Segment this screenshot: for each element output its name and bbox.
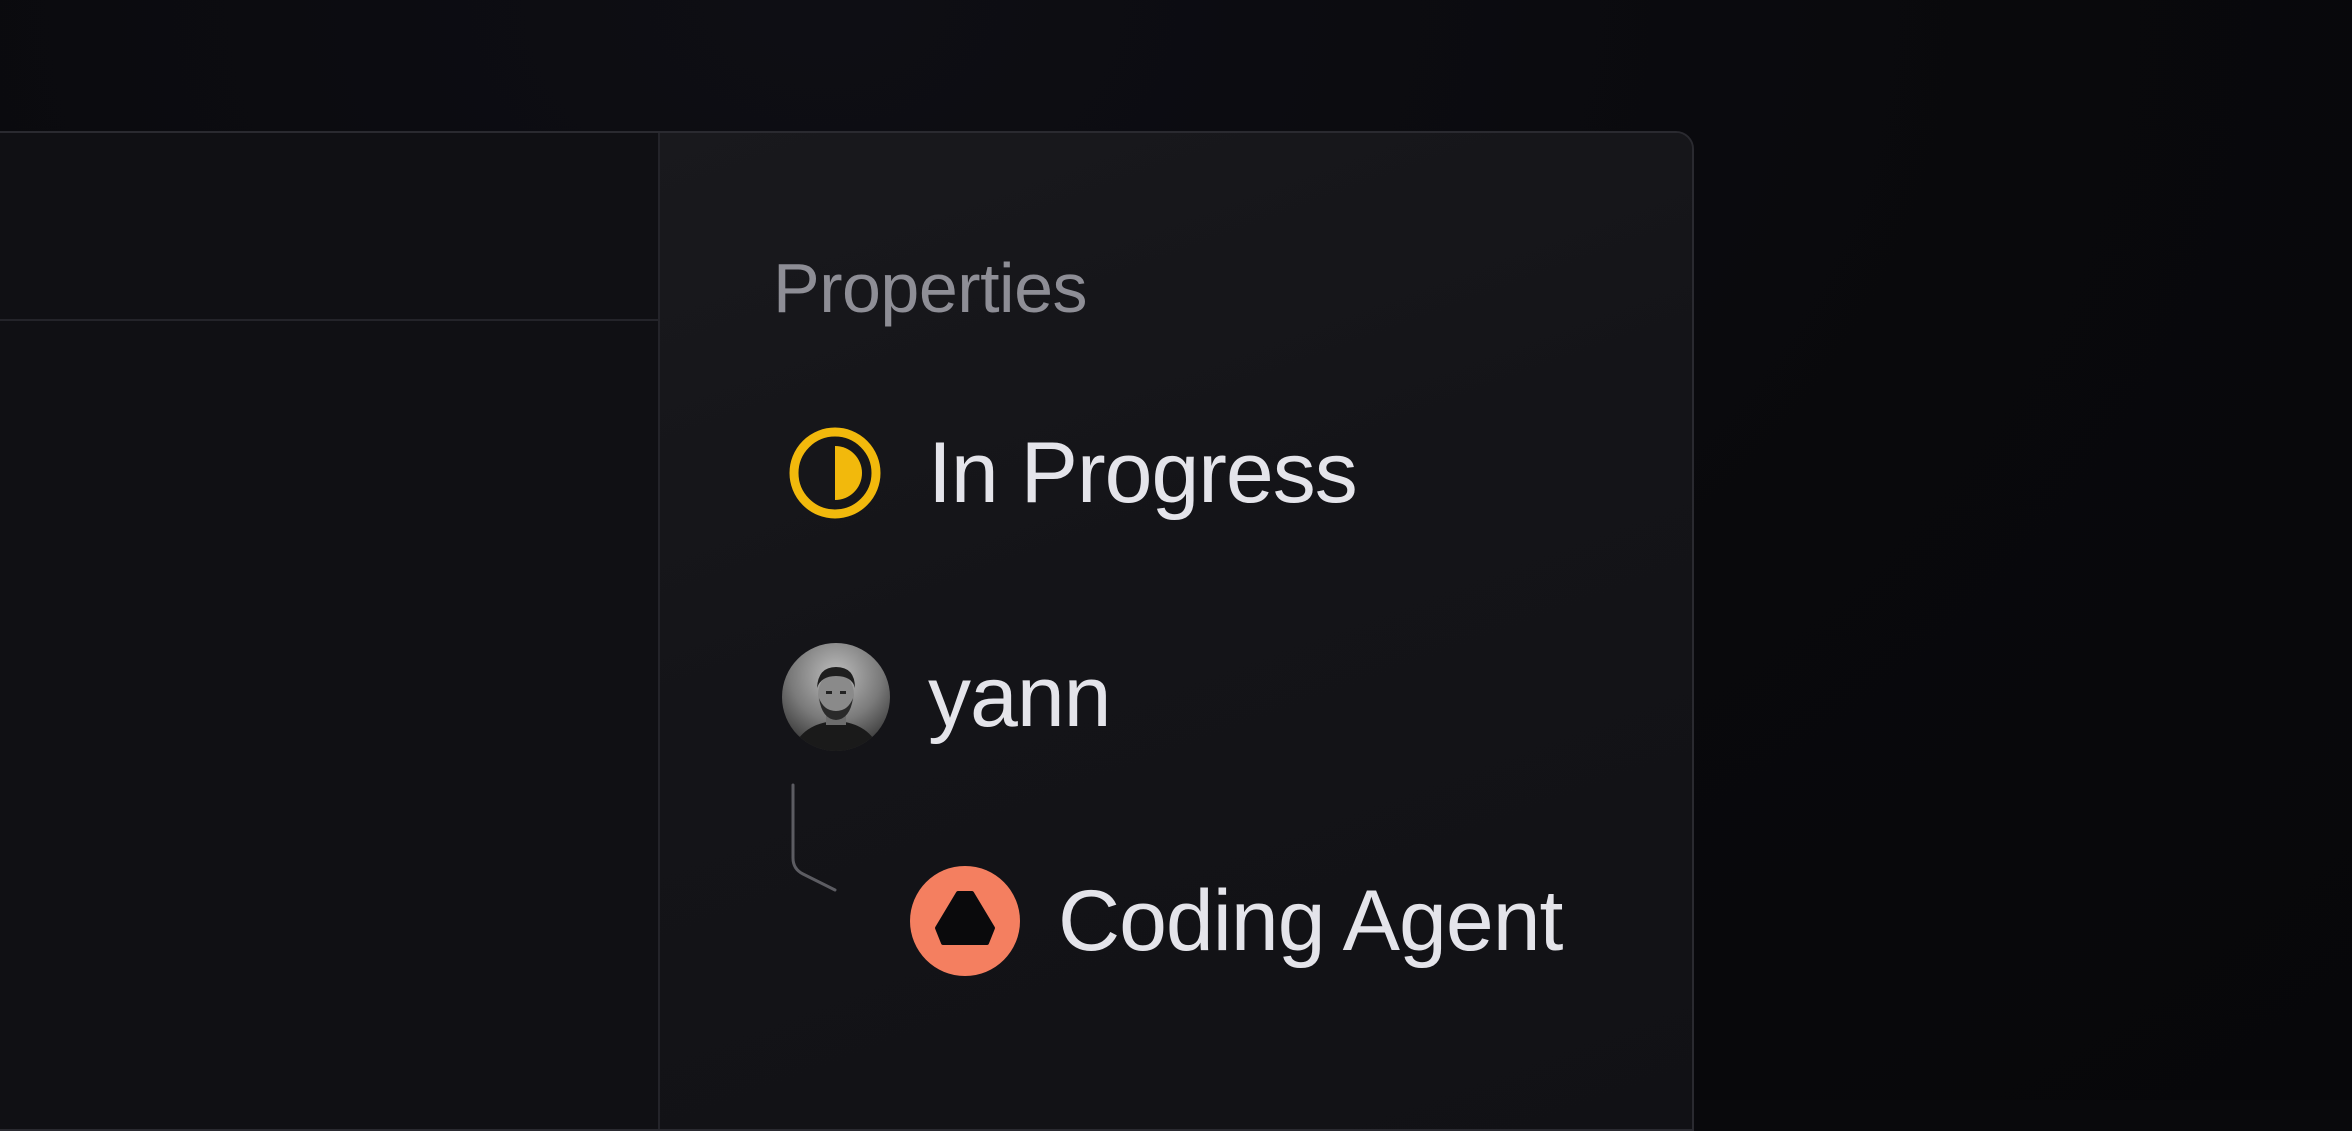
agent-hexagon-icon (910, 866, 1020, 976)
issue-header (0, 133, 658, 321)
properties-heading: Properties (773, 249, 1088, 327)
avatar (782, 643, 890, 751)
status-property[interactable]: In Progress (788, 425, 1358, 521)
issue-window: Properties In Progress yann Coding Agent (0, 131, 1694, 1131)
delegate-property[interactable]: Coding Agent (910, 866, 1563, 976)
background: Properties In Progress yann Coding Agent (0, 0, 2352, 1131)
assignee-property[interactable]: yann (782, 643, 1111, 751)
status-label: In Progress (928, 425, 1358, 521)
issue-content-pane (0, 133, 658, 1129)
assignee-label: yann (928, 649, 1111, 745)
delegate-label: Coding Agent (1058, 873, 1563, 969)
delegation-connector-line (791, 783, 837, 892)
properties-panel: Properties In Progress yann Coding Agent (660, 133, 1692, 1129)
half-filled-circle-icon (789, 427, 881, 519)
